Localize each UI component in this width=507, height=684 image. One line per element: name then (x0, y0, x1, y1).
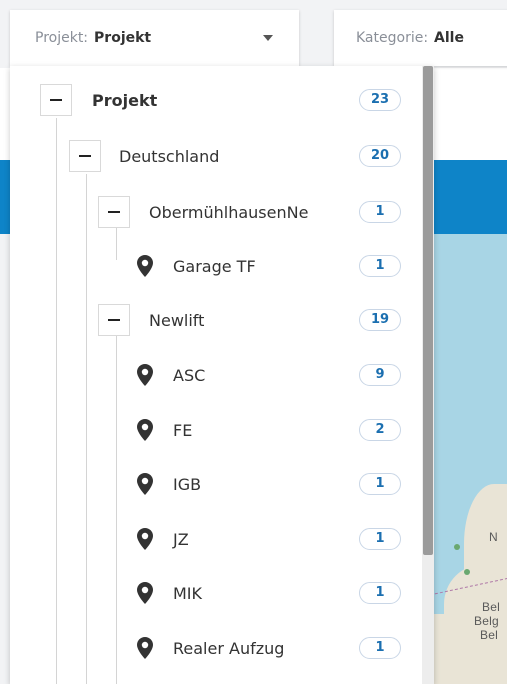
tree-connector-line (116, 336, 117, 684)
map-pin-icon (135, 418, 155, 442)
count-badge: 20 (359, 145, 401, 167)
projekt-filter-select[interactable]: Projekt: Projekt (10, 10, 299, 66)
count-badge: 1 (359, 582, 401, 604)
map-label: Belg (474, 614, 499, 628)
count-badge: 9 (359, 364, 401, 386)
map-label: Bel (480, 628, 498, 642)
minus-icon (50, 99, 62, 101)
tree-node-label: FE (173, 420, 193, 440)
count-badge: 1 (359, 528, 401, 550)
count-badge: 1 (359, 255, 401, 277)
header-band-left (0, 160, 10, 234)
kategorie-filter-label: Kategorie: (356, 30, 429, 46)
tree-leaf-garage-tf[interactable]: Garage TF (135, 250, 256, 282)
tree-connector-line (116, 228, 117, 260)
kategorie-filter-value: Alle (434, 30, 464, 46)
tree-node-deutschland[interactable]: Deutschland (69, 140, 219, 172)
map-pin-icon (135, 472, 155, 496)
tree-node-label: Projekt (92, 90, 158, 110)
tree-leaf-asc[interactable]: ASC (135, 359, 205, 391)
tree-leaf-realer-aufzug[interactable]: Realer Aufzug (135, 632, 284, 664)
tree-node-label: Realer Aufzug (173, 638, 285, 658)
projekt-filter-value: Projekt (94, 30, 152, 46)
tree-node-projekt[interactable]: Projekt (40, 84, 157, 116)
collapse-button[interactable] (40, 84, 72, 116)
projekt-filter-label: Projekt: (35, 30, 89, 46)
tree-node-label: JZ (173, 529, 189, 549)
tree-scrollbar[interactable] (422, 66, 434, 684)
count-badge: 23 (359, 89, 401, 111)
tree-connector-line (86, 174, 87, 684)
minus-icon (108, 319, 120, 321)
tree-leaf-mik[interactable]: MIK (135, 577, 202, 609)
tree-leaf-jz[interactable]: JZ (135, 523, 189, 555)
tree-node-label: Newlift (149, 310, 205, 330)
tree-node-label: Deutschland (119, 146, 220, 166)
kategorie-filter-select[interactable]: Kategorie: Alle (334, 10, 507, 66)
minus-icon (79, 155, 91, 157)
tree-node-label: MIK (173, 583, 203, 603)
map-marker-dot[interactable] (464, 569, 470, 575)
map-view[interactable]: N Bel Belg Bel (434, 234, 507, 684)
scrollbar-thumb[interactable] (423, 66, 433, 555)
tree-node-label: Garage TF (173, 256, 256, 276)
map-pin-icon (135, 527, 155, 551)
collapse-button[interactable] (69, 140, 101, 172)
tree-node-label: ASC (173, 365, 206, 385)
caret-down-icon[interactable] (263, 35, 273, 41)
tree-connector-line (56, 118, 57, 684)
map-pin-icon (135, 581, 155, 605)
count-badge: 1 (359, 637, 401, 659)
tree-node-label: ObermühlhausenNe (149, 202, 309, 222)
count-badge: 1 (359, 201, 401, 223)
tree-node-label: IGB (173, 474, 202, 494)
count-badge: 2 (359, 419, 401, 441)
map-label: N (489, 530, 498, 544)
map-label: Bel (482, 600, 500, 614)
collapse-button[interactable] (98, 196, 130, 228)
tree-node-newlift[interactable]: Newlift (98, 304, 204, 336)
tree-leaf-igb[interactable]: IGB (135, 468, 201, 500)
minus-icon (108, 211, 120, 213)
map-pin-icon (135, 363, 155, 387)
collapse-button[interactable] (98, 304, 130, 336)
count-badge: 19 (359, 309, 401, 331)
map-marker-dot[interactable] (454, 544, 460, 550)
tree-node-obermuehlhausen[interactable]: ObermühlhausenNe (98, 196, 339, 228)
count-badge: 1 (359, 473, 401, 495)
tree-leaf-fe[interactable]: FE (135, 414, 192, 446)
map-pin-icon (135, 254, 155, 278)
projekt-tree-dropdown: Projekt 23 Deutschland 20 Obermühlhausen… (10, 66, 434, 684)
map-pin-icon (135, 636, 155, 660)
